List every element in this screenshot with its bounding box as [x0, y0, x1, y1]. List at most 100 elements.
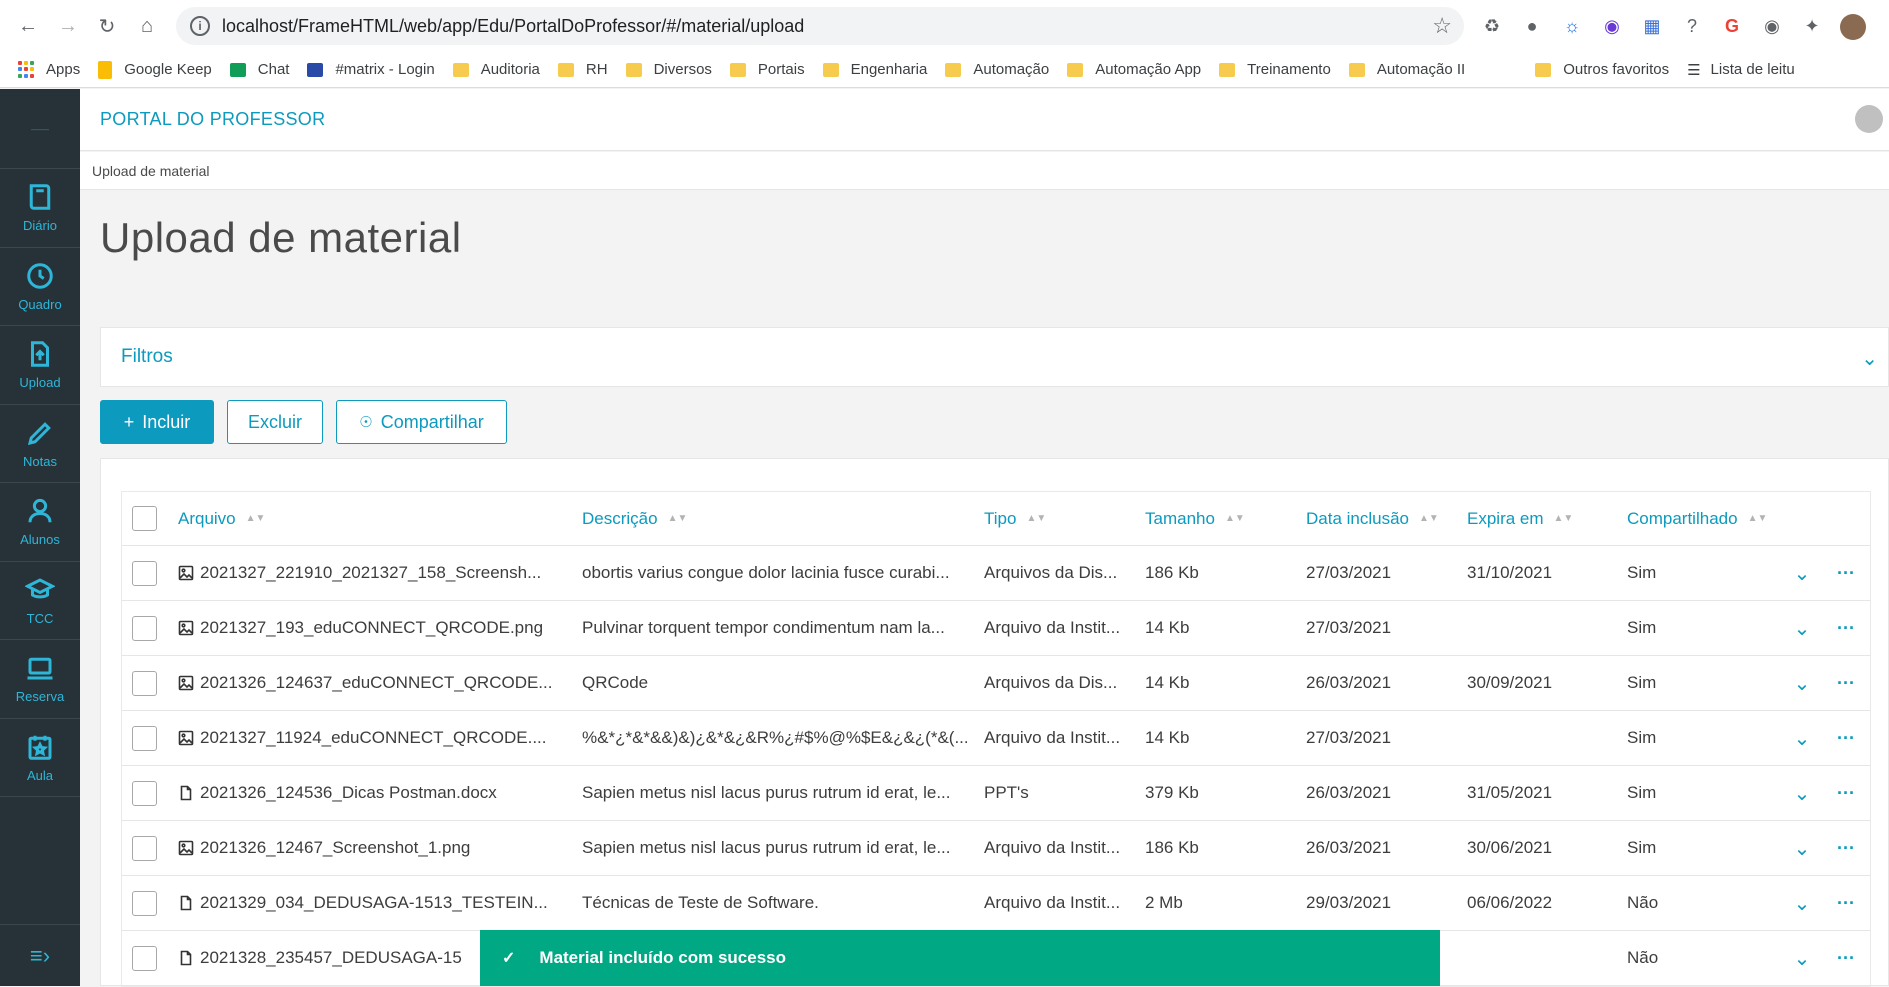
checkbox-box[interactable] [132, 725, 157, 751]
sidebar-item-alunos[interactable]: Alunos [0, 483, 80, 562]
row-checkbox[interactable] [132, 876, 157, 930]
exclude-button[interactable]: Excluir [227, 400, 323, 444]
checkbox-box[interactable] [132, 560, 157, 586]
bookmark-diversos[interactable]: Diversos [625, 61, 712, 78]
bookmark-rh[interactable]: RH [557, 61, 608, 78]
row-checkbox[interactable] [132, 821, 157, 875]
select-all-checkbox[interactable] [132, 492, 157, 545]
checkbox-box[interactable] [132, 780, 157, 806]
row-checkbox[interactable] [132, 656, 157, 710]
row-checkbox[interactable] [132, 766, 157, 820]
google-extension-icon[interactable]: G [1720, 14, 1744, 38]
bookmark-chat[interactable]: Chat [229, 61, 289, 78]
sort-icon[interactable]: ▲▼ [668, 513, 688, 524]
collapse-menu-icon[interactable]: ≡› [0, 924, 80, 986]
column-header-expira-em[interactable]: Expira em ▲▼ [1467, 492, 1612, 545]
breadcrumb[interactable]: Upload de material [92, 163, 210, 179]
address-bar[interactable]: i localhost/FrameHTML/web/app/Edu/Portal… [176, 7, 1464, 45]
avatar[interactable] [1855, 105, 1883, 133]
reading-list[interactable]: ☰ Lista de leitu [1687, 61, 1795, 79]
back-icon[interactable]: ← [14, 12, 42, 40]
more-options-icon[interactable]: ··· [1834, 821, 1858, 875]
expand-row-chevron-icon[interactable]: ⌄ [1788, 931, 1816, 985]
bookmark-automacao[interactable]: Automação [945, 61, 1049, 78]
sort-icon[interactable]: ▲▼ [1554, 513, 1574, 524]
circle-extension-icon[interactable]: ● [1520, 14, 1544, 38]
table-row[interactable]: 2021327_193_eduCONNECT_QRCODE.png Pulvina… [122, 601, 1870, 656]
table-row[interactable]: 2021327_11924_eduCONNECT_QRCODE.... %&*¿*… [122, 711, 1870, 766]
sidebar-item-quadro[interactable]: Quadro [0, 248, 80, 326]
expand-row-chevron-icon[interactable]: ⌄ [1788, 656, 1816, 710]
purple-extension-icon[interactable]: ◉ [1600, 14, 1624, 38]
checkbox-box[interactable] [132, 615, 157, 641]
puzzle-icon[interactable]: ✦ [1800, 14, 1824, 38]
expand-row-chevron-icon[interactable]: ⌄ [1788, 876, 1816, 930]
sort-icon[interactable]: ▲▼ [1748, 513, 1767, 524]
row-checkbox[interactable] [132, 546, 157, 600]
bookmark-treinamento[interactable]: Treinamento [1219, 61, 1331, 78]
forward-icon[interactable]: → [54, 12, 82, 40]
more-options-icon[interactable]: ··· [1834, 546, 1858, 600]
url-text[interactable]: localhost/FrameHTML/web/app/Edu/PortalDo… [222, 16, 804, 37]
filters-panel[interactable]: Filtros ⌄ [100, 327, 1889, 387]
more-options-icon[interactable]: ··· [1834, 601, 1858, 655]
bookmark-outros-favoritos[interactable]: Outros favoritos [1535, 61, 1669, 78]
table-row[interactable]: 2021326_124637_eduCONNECT_QRCODE... QRCod… [122, 656, 1870, 711]
include-button[interactable]: + Incluir [100, 400, 214, 444]
column-header-tipo[interactable]: Tipo ▲▼ [984, 492, 1129, 545]
bookmark-automacao-ii[interactable]: Automação II [1348, 61, 1465, 78]
sidebar-item-upload[interactable]: Upload [0, 326, 80, 405]
column-header-arquivo[interactable]: Arquivo ▲▼ [178, 492, 568, 545]
table-row[interactable]: 2021326_12467_Screenshot_1.png Sapien met… [122, 821, 1870, 876]
bookmark-matrix-login[interactable]: #matrix - Login [307, 61, 435, 78]
home-icon[interactable]: ⌂ [133, 12, 161, 40]
column-header-compartilhado[interactable]: Compartilhado ▲▼ [1627, 492, 1767, 545]
chevron-down-icon[interactable]: ⌄ [1861, 346, 1878, 371]
info-icon[interactable]: i [190, 16, 210, 36]
recycle-extension-icon[interactable]: ♻ [1480, 14, 1504, 38]
expand-row-chevron-icon[interactable]: ⌄ [1788, 821, 1816, 875]
table-row[interactable]: 2021329_034_DEDUSAGA-1513_TESTEIN... Técn… [122, 876, 1870, 931]
expand-row-chevron-icon[interactable]: ⌄ [1788, 601, 1816, 655]
expand-row-chevron-icon[interactable]: ⌄ [1788, 546, 1816, 600]
more-options-icon[interactable]: ··· [1834, 766, 1858, 820]
checkbox-box[interactable] [132, 890, 157, 916]
sidebar-item-reserva[interactable]: Reserva [0, 640, 80, 719]
bookmark-apps[interactable]: Apps [18, 60, 80, 79]
checkbox-box[interactable] [132, 506, 157, 531]
column-header-tamanho[interactable]: Tamanho ▲▼ [1145, 492, 1290, 545]
bookmark-engenharia[interactable]: Engenharia [822, 61, 927, 78]
sidebar-item-aula[interactable]: Aula [0, 719, 80, 797]
row-checkbox[interactable] [132, 711, 157, 765]
profile-avatar[interactable] [1840, 14, 1866, 40]
sidebar-item-notas[interactable]: Notas [0, 405, 80, 483]
row-checkbox[interactable] [132, 931, 157, 985]
table-row[interactable]: 2021327_221910_2021327_158_Screensh... ob… [122, 546, 1870, 601]
column-header-descricao[interactable]: Descrição ▲▼ [582, 492, 967, 545]
expand-row-chevron-icon[interactable]: ⌄ [1788, 711, 1816, 765]
sidebar-item-tcc[interactable]: TCC [0, 562, 80, 640]
more-options-icon[interactable]: ··· [1834, 711, 1858, 765]
bookmark-star-icon[interactable]: ☆ [1432, 13, 1452, 39]
sort-icon[interactable]: ▲▼ [246, 513, 266, 524]
more-options-icon[interactable]: ··· [1834, 656, 1858, 710]
sidebar-item-diario[interactable]: Diário [0, 169, 80, 248]
calendar-extension-icon[interactable]: ▦ [1640, 14, 1664, 38]
expand-row-chevron-icon[interactable]: ⌄ [1788, 766, 1816, 820]
row-checkbox[interactable] [132, 601, 157, 655]
column-header-data-inclusao[interactable]: Data inclusão ▲▼ [1306, 492, 1451, 545]
sort-icon[interactable]: ▲▼ [1026, 513, 1046, 524]
checkbox-box[interactable] [132, 835, 157, 861]
checkbox-box[interactable] [132, 945, 157, 971]
share-button[interactable]: ☉ Compartilhar [336, 400, 507, 444]
camera-extension-icon[interactable]: ◉ [1760, 14, 1784, 38]
more-options-icon[interactable]: ··· [1834, 876, 1858, 930]
reload-icon[interactable]: ↻ [93, 12, 121, 40]
sort-icon[interactable]: ▲▼ [1419, 513, 1439, 524]
help-extension-icon[interactable]: ? [1680, 14, 1704, 38]
bookmark-automacao-app[interactable]: Automação App [1067, 61, 1201, 78]
wave-extension-icon[interactable]: ☼ [1560, 14, 1584, 38]
sort-icon[interactable]: ▲▼ [1225, 513, 1245, 524]
bookmark-google-keep[interactable]: Google Keep [98, 60, 212, 79]
more-options-icon[interactable]: ··· [1834, 931, 1858, 985]
